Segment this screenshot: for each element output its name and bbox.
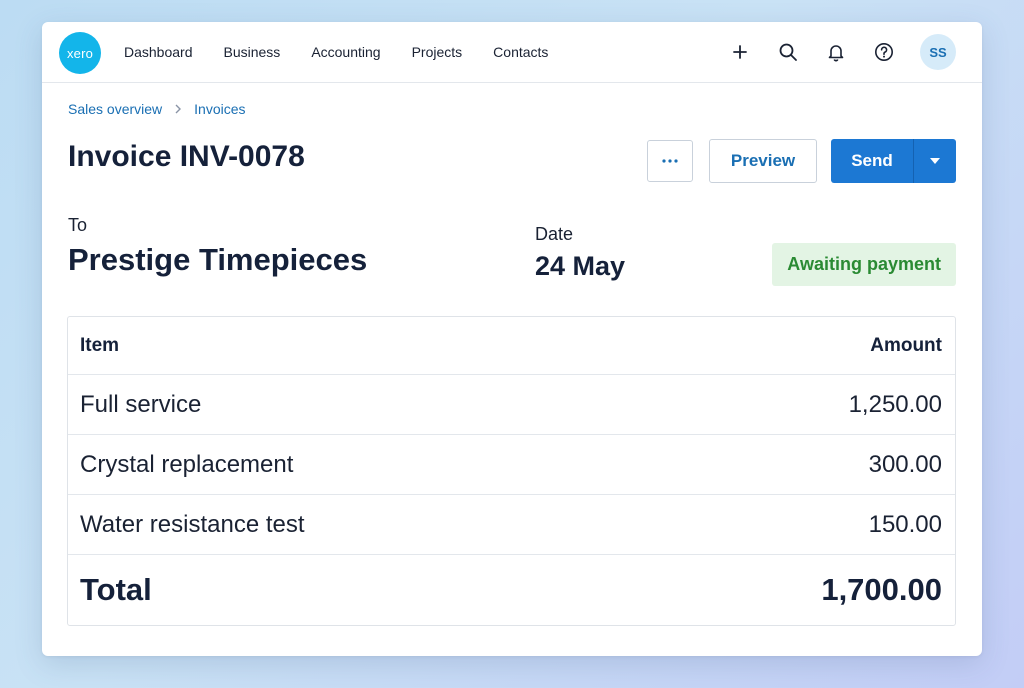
item-amount: 1,250.00 <box>848 390 942 418</box>
main-nav: Dashboard Business Accounting Projects C… <box>124 22 579 82</box>
column-header-item: Item <box>80 334 120 356</box>
more-options-button[interactable] <box>647 140 693 182</box>
preview-button[interactable]: Preview <box>709 139 817 183</box>
user-avatar[interactable]: SS <box>920 34 956 70</box>
breadcrumb: Sales overview Invoices <box>68 101 246 117</box>
table-row[interactable]: Full service 1,250.00 <box>68 375 955 435</box>
invoice-actions: Preview Send <box>647 139 956 183</box>
contact-name[interactable]: Prestige Timepieces <box>68 242 367 278</box>
item-description: Water resistance test <box>80 510 305 538</box>
top-navigation-bar: xero Dashboard Business Accounting Proje… <box>42 22 982 83</box>
breadcrumb-invoices[interactable]: Invoices <box>194 101 245 117</box>
send-button-group: Send <box>831 139 956 183</box>
invoice-card: xero Dashboard Business Accounting Proje… <box>42 22 982 656</box>
item-amount: 150.00 <box>868 510 942 538</box>
help-icon[interactable] <box>872 40 896 64</box>
chevron-right-icon <box>174 102 182 117</box>
date-value: 24 May <box>535 251 626 281</box>
search-icon[interactable] <box>776 40 800 64</box>
nav-projects[interactable]: Projects <box>412 44 463 60</box>
bell-icon[interactable] <box>824 40 848 64</box>
send-options-dropdown[interactable] <box>913 139 956 183</box>
chevron-down-icon <box>930 158 940 164</box>
column-header-amount: Amount <box>870 334 942 356</box>
item-amount: 300.00 <box>868 450 942 478</box>
nav-dashboard[interactable]: Dashboard <box>124 44 193 60</box>
to-label: To <box>68 215 88 235</box>
nav-accounting[interactable]: Accounting <box>311 44 380 60</box>
add-icon[interactable] <box>728 40 752 64</box>
table-row[interactable]: Crystal replacement 300.00 <box>68 435 955 495</box>
send-button[interactable]: Send <box>831 139 913 183</box>
table-row[interactable]: Water resistance test 150.00 <box>68 495 955 555</box>
total-row: Total 1,700.00 <box>68 555 955 625</box>
date-label: Date <box>535 224 574 244</box>
header-icons: SS <box>728 22 982 82</box>
xero-logo[interactable]: xero <box>59 32 101 74</box>
breadcrumb-sales-overview[interactable]: Sales overview <box>68 101 162 117</box>
page-title: Invoice INV-0078 <box>68 140 305 173</box>
table-header: Item Amount <box>68 317 955 375</box>
line-items-table: Item Amount Full service 1,250.00 Crysta… <box>67 316 956 626</box>
item-description: Crystal replacement <box>80 450 294 478</box>
status-badge: Awaiting payment <box>772 243 956 286</box>
total-label: Total <box>80 572 152 607</box>
more-icon <box>662 159 678 163</box>
item-description: Full service <box>80 390 202 418</box>
total-amount: 1,700.00 <box>821 572 942 607</box>
nav-business[interactable]: Business <box>224 44 281 60</box>
nav-contacts[interactable]: Contacts <box>493 44 548 60</box>
